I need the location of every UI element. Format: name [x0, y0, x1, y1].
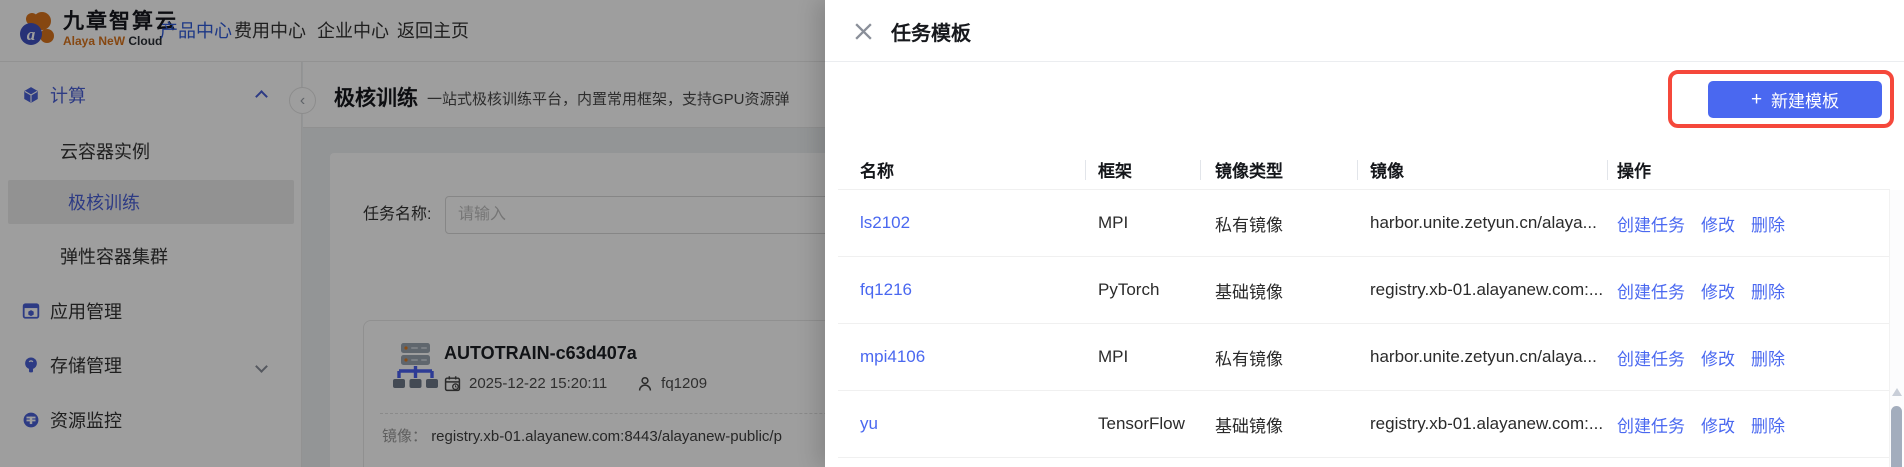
image-type-cell: 基础镜像 [1200, 412, 1357, 437]
delete-link[interactable]: 删除 [1751, 345, 1785, 370]
delete-link[interactable]: 删除 [1751, 412, 1785, 437]
framework-cell: TensorFlow [1085, 414, 1200, 434]
framework-cell: MPI [1085, 347, 1200, 367]
framework-cell: MPI [1085, 213, 1200, 233]
column-header-actions: 操作 [1607, 157, 1890, 182]
actions-cell: 创建任务修改删除 [1607, 211, 1890, 236]
delete-link[interactable]: 删除 [1751, 278, 1785, 303]
template-name-link[interactable]: fq1216 [860, 280, 912, 299]
table-row: fq1216 PyTorch 基础镜像 registry.xb-01.alaya… [838, 257, 1890, 324]
column-header-framework: 框架 [1085, 157, 1200, 182]
modify-link[interactable]: 修改 [1701, 412, 1735, 437]
image-cell: harbor.unite.zetyun.cn/alaya... [1357, 213, 1607, 233]
scroll-up-arrow-icon[interactable] [1892, 388, 1902, 396]
drawer-title: 任务模板 [891, 17, 971, 46]
scrollbar-thumb[interactable] [1891, 406, 1902, 467]
new-template-label: 新建模板 [1771, 87, 1839, 112]
create-task-link[interactable]: 创建任务 [1617, 412, 1685, 437]
modify-link[interactable]: 修改 [1701, 345, 1735, 370]
framework-cell: PyTorch [1085, 280, 1200, 300]
image-type-cell: 私有镜像 [1200, 345, 1357, 370]
delete-link[interactable]: 删除 [1751, 211, 1785, 236]
template-table-body: ls2102 MPI 私有镜像 harbor.unite.zetyun.cn/a… [838, 190, 1890, 458]
column-header-image: 镜像 [1357, 157, 1607, 182]
modify-link[interactable]: 修改 [1701, 278, 1735, 303]
template-name-link[interactable]: ls2102 [860, 213, 910, 232]
table-header: 名称 框架 镜像类型 镜像 操作 [838, 150, 1890, 190]
header-separator [1200, 160, 1201, 180]
app-root: a 九章智算云 Alaya NeW Cloud 产品中心 费用中心 企业中心 返… [0, 0, 1904, 467]
actions-cell: 创建任务修改删除 [1607, 412, 1890, 437]
drawer-header: 任务模板 [825, 0, 1904, 62]
create-task-link[interactable]: 创建任务 [1617, 278, 1685, 303]
image-type-cell: 私有镜像 [1200, 211, 1357, 236]
image-cell: harbor.unite.zetyun.cn/alaya... [1357, 347, 1607, 367]
image-cell: registry.xb-01.alayanew.com:... [1357, 280, 1607, 300]
column-header-image-type: 镜像类型 [1200, 157, 1357, 182]
image-type-cell: 基础镜像 [1200, 278, 1357, 303]
drawer-scrollbar[interactable] [1889, 190, 1904, 467]
actions-cell: 创建任务修改删除 [1607, 278, 1890, 303]
actions-cell: 创建任务修改删除 [1607, 345, 1890, 370]
plus-icon: + [1751, 90, 1762, 109]
image-cell: registry.xb-01.alayanew.com:... [1357, 414, 1607, 434]
modify-link[interactable]: 修改 [1701, 211, 1735, 236]
header-separator [1607, 160, 1608, 180]
column-header-name: 名称 [838, 157, 1085, 182]
create-task-link[interactable]: 创建任务 [1617, 211, 1685, 236]
task-template-drawer: 任务模板 + 新建模板 名称 框架 镜像类型 镜像 操作 ls2102 MPI … [825, 0, 1904, 467]
template-name-link[interactable]: yu [860, 414, 878, 433]
table-row: mpi4106 MPI 私有镜像 harbor.unite.zetyun.cn/… [838, 324, 1890, 391]
new-template-button[interactable]: + 新建模板 [1708, 81, 1882, 118]
table-row: yu TensorFlow 基础镜像 registry.xb-01.alayan… [838, 391, 1890, 458]
header-separator [1085, 160, 1086, 180]
create-task-link[interactable]: 创建任务 [1617, 345, 1685, 370]
template-name-link[interactable]: mpi4106 [860, 347, 925, 366]
table-row: ls2102 MPI 私有镜像 harbor.unite.zetyun.cn/a… [838, 190, 1890, 257]
close-icon[interactable] [851, 19, 875, 43]
header-separator [1357, 160, 1358, 180]
